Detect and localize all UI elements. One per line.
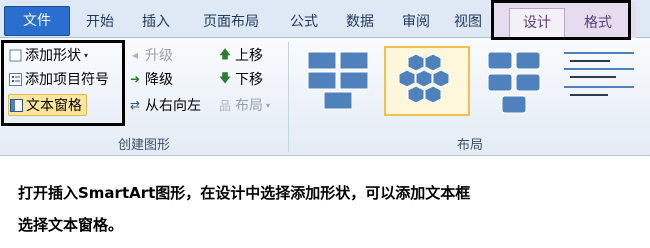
right-to-left-label: 从右向左 (145, 98, 201, 114)
basic-block-layout-icon (307, 51, 369, 110)
up-arrow-icon: 🡅 (218, 46, 232, 61)
org-chart-icon: 品 (218, 98, 231, 113)
layout-option-hexagon[interactable] (384, 46, 470, 116)
list-layout-icon (564, 52, 634, 96)
demote-button[interactable]: ➜ 降级 (128, 68, 173, 90)
tab-insert[interactable]: 插入 (134, 6, 178, 38)
demote-arrow-icon: ➜ (129, 72, 141, 86)
tab-review[interactable]: 审阅 (394, 6, 438, 38)
layout-option-rounded-blocks[interactable] (474, 46, 560, 116)
tab-data[interactable]: 数据 (338, 6, 382, 38)
promote-arrow-icon: ◂ (131, 48, 139, 62)
tab-view[interactable]: 视图 (446, 6, 490, 38)
caption-line-2: 选择文本窗格。 (18, 216, 124, 234)
tab-formulas[interactable]: 公式 (282, 6, 326, 38)
tab-file[interactable]: 文件 (4, 6, 70, 36)
highlight-box-contextual-tabs (491, 0, 631, 40)
move-up-label: 上移 (235, 48, 263, 64)
tab-home[interactable]: 开始 (78, 6, 122, 38)
promote-label: 升级 (145, 48, 173, 64)
layout-option-list[interactable] (560, 46, 638, 116)
promote-button[interactable]: ◂ 升级 (128, 44, 173, 66)
demote-label: 降级 (145, 72, 173, 88)
move-up-button[interactable]: 🡅 上移 (218, 44, 263, 66)
layout-label: 布局 (235, 98, 263, 114)
caption-line-1: 打开插入SmartArt图形，在设计中选择添加形状，可以添加文本框 (18, 184, 471, 202)
layout-option-basic-block[interactable] (298, 46, 384, 116)
move-down-label: 下移 (235, 72, 263, 88)
tab-page-layout[interactable]: 页面布局 (194, 6, 268, 38)
move-down-button[interactable]: 🡇 下移 (218, 68, 263, 90)
rounded-block-layout-icon (487, 51, 541, 114)
create-graphic-group-label: 创建图形 (117, 138, 170, 153)
group-divider (288, 42, 289, 152)
dropdown-arrow-icon: ▾ (266, 100, 271, 110)
layout-button[interactable]: 品 布局 ▾ (218, 94, 270, 116)
layouts-group-label: 布局 (456, 138, 483, 153)
right-to-left-button[interactable]: ⇄ 从右向左 (128, 94, 201, 116)
right-to-left-icon: ⇄ (129, 98, 141, 112)
hexagon-layout-icon (398, 53, 450, 104)
down-arrow-icon: 🡇 (218, 70, 232, 85)
highlight-box-create-commands (1, 40, 125, 126)
